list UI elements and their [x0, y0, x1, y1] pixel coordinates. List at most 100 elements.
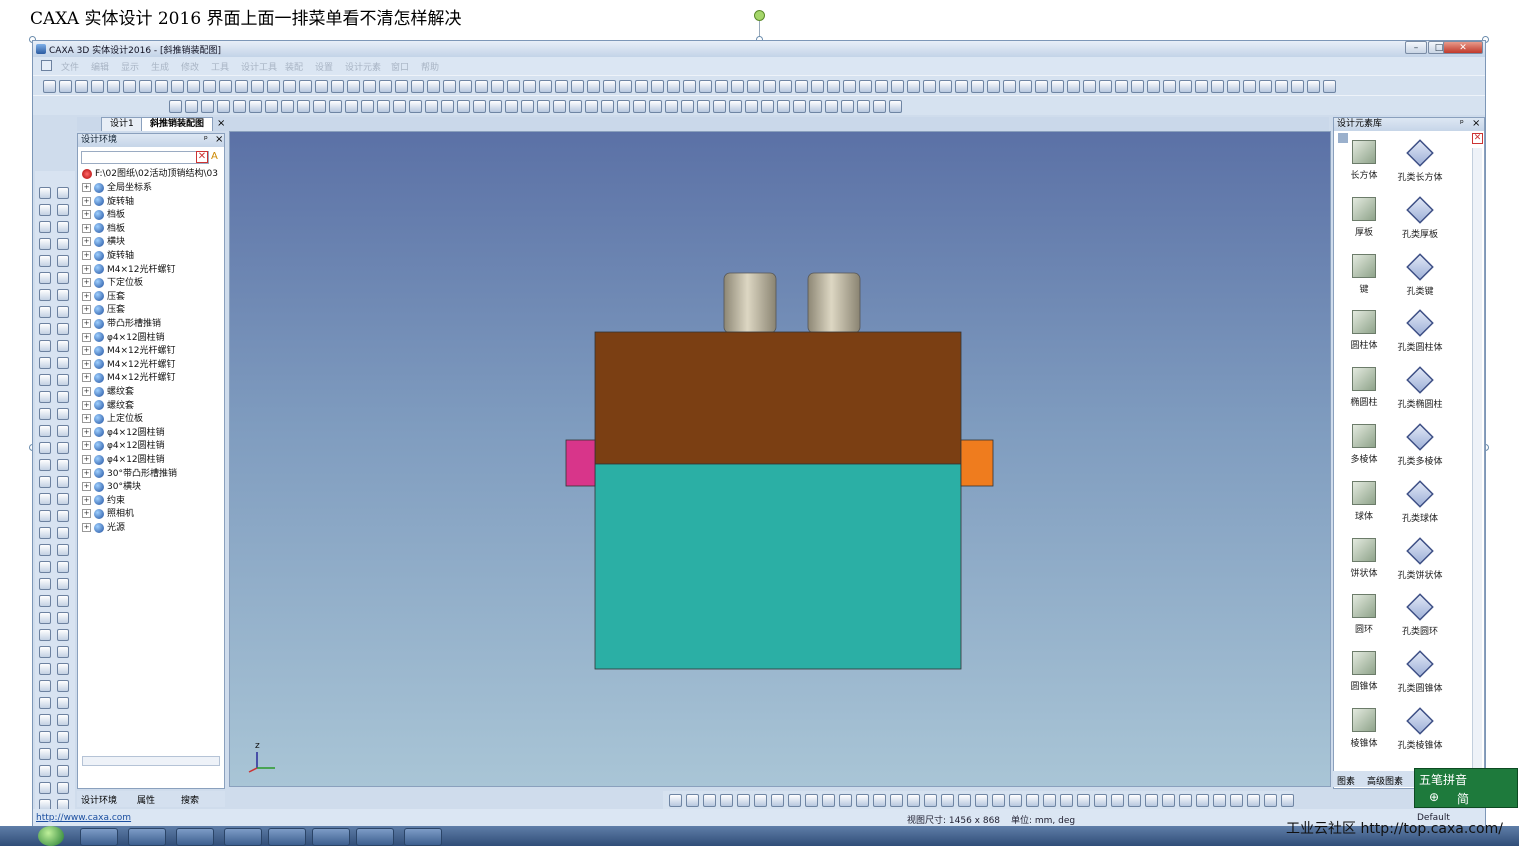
toolbar-tool-icon[interactable]: [539, 80, 552, 93]
toolbar-tool-icon[interactable]: [281, 100, 294, 113]
toolbar-tool-icon[interactable]: [219, 80, 232, 93]
toolbar-tool-icon[interactable]: [747, 80, 760, 93]
design-element[interactable]: 孔类棱锥体: [1390, 707, 1450, 751]
palette-tool-icon[interactable]: [57, 306, 69, 318]
toolbar-tool-icon[interactable]: [379, 80, 392, 93]
toolbar-tool-icon[interactable]: [1147, 80, 1160, 93]
taskbar-app[interactable]: [404, 828, 442, 846]
ime-hand-icon[interactable]: ⊕: [1429, 790, 1439, 804]
palette-tool-icon[interactable]: [57, 340, 69, 352]
expand-icon[interactable]: +: [82, 183, 91, 192]
palette-tool-icon[interactable]: [39, 680, 51, 692]
toolbar-tool-icon[interactable]: [825, 100, 838, 113]
toolbar-tool-icon[interactable]: [1307, 80, 1320, 93]
view-tool-icon[interactable]: [1111, 794, 1124, 807]
palette-tool-icon[interactable]: [39, 187, 51, 199]
tab-search[interactable]: 搜索: [181, 793, 199, 806]
toolbar-tool-icon[interactable]: [363, 80, 376, 93]
start-button[interactable]: [38, 826, 64, 846]
cylinder-right[interactable]: [807, 272, 861, 334]
tab-design1[interactable]: 设计1: [101, 117, 143, 131]
toolbar-tool-icon[interactable]: [1211, 80, 1224, 93]
palette-tool-icon[interactable]: [39, 255, 51, 267]
toolbar-tool-icon[interactable]: [745, 100, 758, 113]
design-element[interactable]: 孔类厚板: [1390, 196, 1450, 240]
palette-tool-icon[interactable]: [57, 493, 69, 505]
palette-tool-icon[interactable]: [39, 561, 51, 573]
view-tool-icon[interactable]: [703, 794, 716, 807]
palette-tool-icon[interactable]: [39, 306, 51, 318]
palette-tool-icon[interactable]: [39, 340, 51, 352]
toolbar-tool-icon[interactable]: [251, 80, 264, 93]
toolbar-tool-icon[interactable]: [297, 100, 310, 113]
tree-item[interactable]: + 压套: [82, 291, 125, 304]
palette-tool-icon[interactable]: [39, 646, 51, 658]
tree-item[interactable]: + 横块: [82, 236, 125, 249]
palette-tool-icon[interactable]: [39, 629, 51, 641]
expand-icon[interactable]: +: [82, 210, 91, 220]
menu-file[interactable]: 文件: [61, 60, 79, 73]
palette-tool-icon[interactable]: [39, 442, 51, 454]
toolbar-tool-icon[interactable]: [361, 100, 374, 113]
palette-tool-icon[interactable]: [39, 323, 51, 335]
toolbar-tool-icon[interactable]: [537, 100, 550, 113]
menu-design-elements[interactable]: 设计元素: [345, 60, 381, 73]
palette-tool-icon[interactable]: [57, 646, 69, 658]
expand-icon[interactable]: +: [82, 237, 91, 247]
toolbar-tool-icon[interactable]: [1067, 80, 1080, 93]
palette-tool-icon[interactable]: [39, 510, 51, 522]
view-tool-icon[interactable]: [1094, 794, 1107, 807]
palette-tool-icon[interactable]: [57, 204, 69, 216]
expand-icon[interactable]: +: [82, 495, 91, 505]
toolbar-tool-icon[interactable]: [1083, 80, 1096, 93]
menu-design-tools[interactable]: 设计工具: [241, 60, 277, 73]
design-element[interactable]: 圆柱体: [1334, 310, 1394, 351]
toolbar-tool-icon[interactable]: [761, 100, 774, 113]
tree-root[interactable]: F:\02图纸\02活动顶销结构\03: [82, 168, 218, 181]
toolbar-tool-icon[interactable]: [601, 100, 614, 113]
expand-icon[interactable]: +: [82, 332, 91, 342]
view-tool-icon[interactable]: [805, 794, 818, 807]
palette-tool-icon[interactable]: [57, 459, 69, 471]
palette-tool-icon[interactable]: [57, 323, 69, 335]
toolbar-tool-icon[interactable]: [793, 100, 806, 113]
palette-tool-icon[interactable]: [39, 374, 51, 386]
design-element[interactable]: 孔类长方体: [1390, 139, 1450, 183]
toolbar-tool-icon[interactable]: [1243, 80, 1256, 93]
toolbar-tool-icon[interactable]: [1275, 80, 1288, 93]
toolbar-tool-icon[interactable]: [217, 100, 230, 113]
palette-tool-icon[interactable]: [57, 510, 69, 522]
expand-icon[interactable]: +: [82, 468, 91, 478]
tree-item[interactable]: + 全局坐标系: [82, 182, 152, 195]
toolbar-tool-icon[interactable]: [491, 80, 504, 93]
toolbar-tool-icon[interactable]: [457, 100, 470, 113]
toolbar-tool-icon[interactable]: [939, 80, 952, 93]
toolbar-tool-icon[interactable]: [201, 100, 214, 113]
tab-design-env[interactable]: 设计环境: [81, 793, 117, 806]
expand-icon[interactable]: +: [82, 223, 91, 233]
design-element[interactable]: 圆环: [1334, 594, 1394, 635]
toolbar-tool-icon[interactable]: [889, 100, 902, 113]
toolbar-tool-icon[interactable]: [505, 100, 518, 113]
tab-assembly[interactable]: 斜推销装配图: [141, 117, 214, 131]
tab-advanced-elements[interactable]: 高级图素: [1367, 774, 1403, 787]
tree-horizontal-scrollbar[interactable]: [82, 756, 220, 766]
toolbar-tool-icon[interactable]: [489, 100, 502, 113]
toolbar-tool-icon[interactable]: [809, 100, 822, 113]
tree-search-input[interactable]: [81, 151, 209, 164]
toolbar-tool-icon[interactable]: [873, 100, 886, 113]
toolbar-tool-icon[interactable]: [521, 100, 534, 113]
palette-tool-icon[interactable]: [57, 255, 69, 267]
toolbar-tool-icon[interactable]: [843, 80, 856, 93]
toolbar-tool-icon[interactable]: [155, 80, 168, 93]
palette-tool-icon[interactable]: [57, 391, 69, 403]
toolbar-tool-icon[interactable]: [345, 100, 358, 113]
palette-tool-icon[interactable]: [57, 187, 69, 199]
palette-tool-icon[interactable]: [39, 493, 51, 505]
view-tool-icon[interactable]: [1196, 794, 1209, 807]
toolbar-tool-icon[interactable]: [649, 100, 662, 113]
expand-icon[interactable]: +: [82, 387, 91, 396]
view-tool-icon[interactable]: [1026, 794, 1039, 807]
toolbar-tool-icon[interactable]: [331, 80, 344, 93]
expand-icon[interactable]: +: [82, 305, 91, 315]
